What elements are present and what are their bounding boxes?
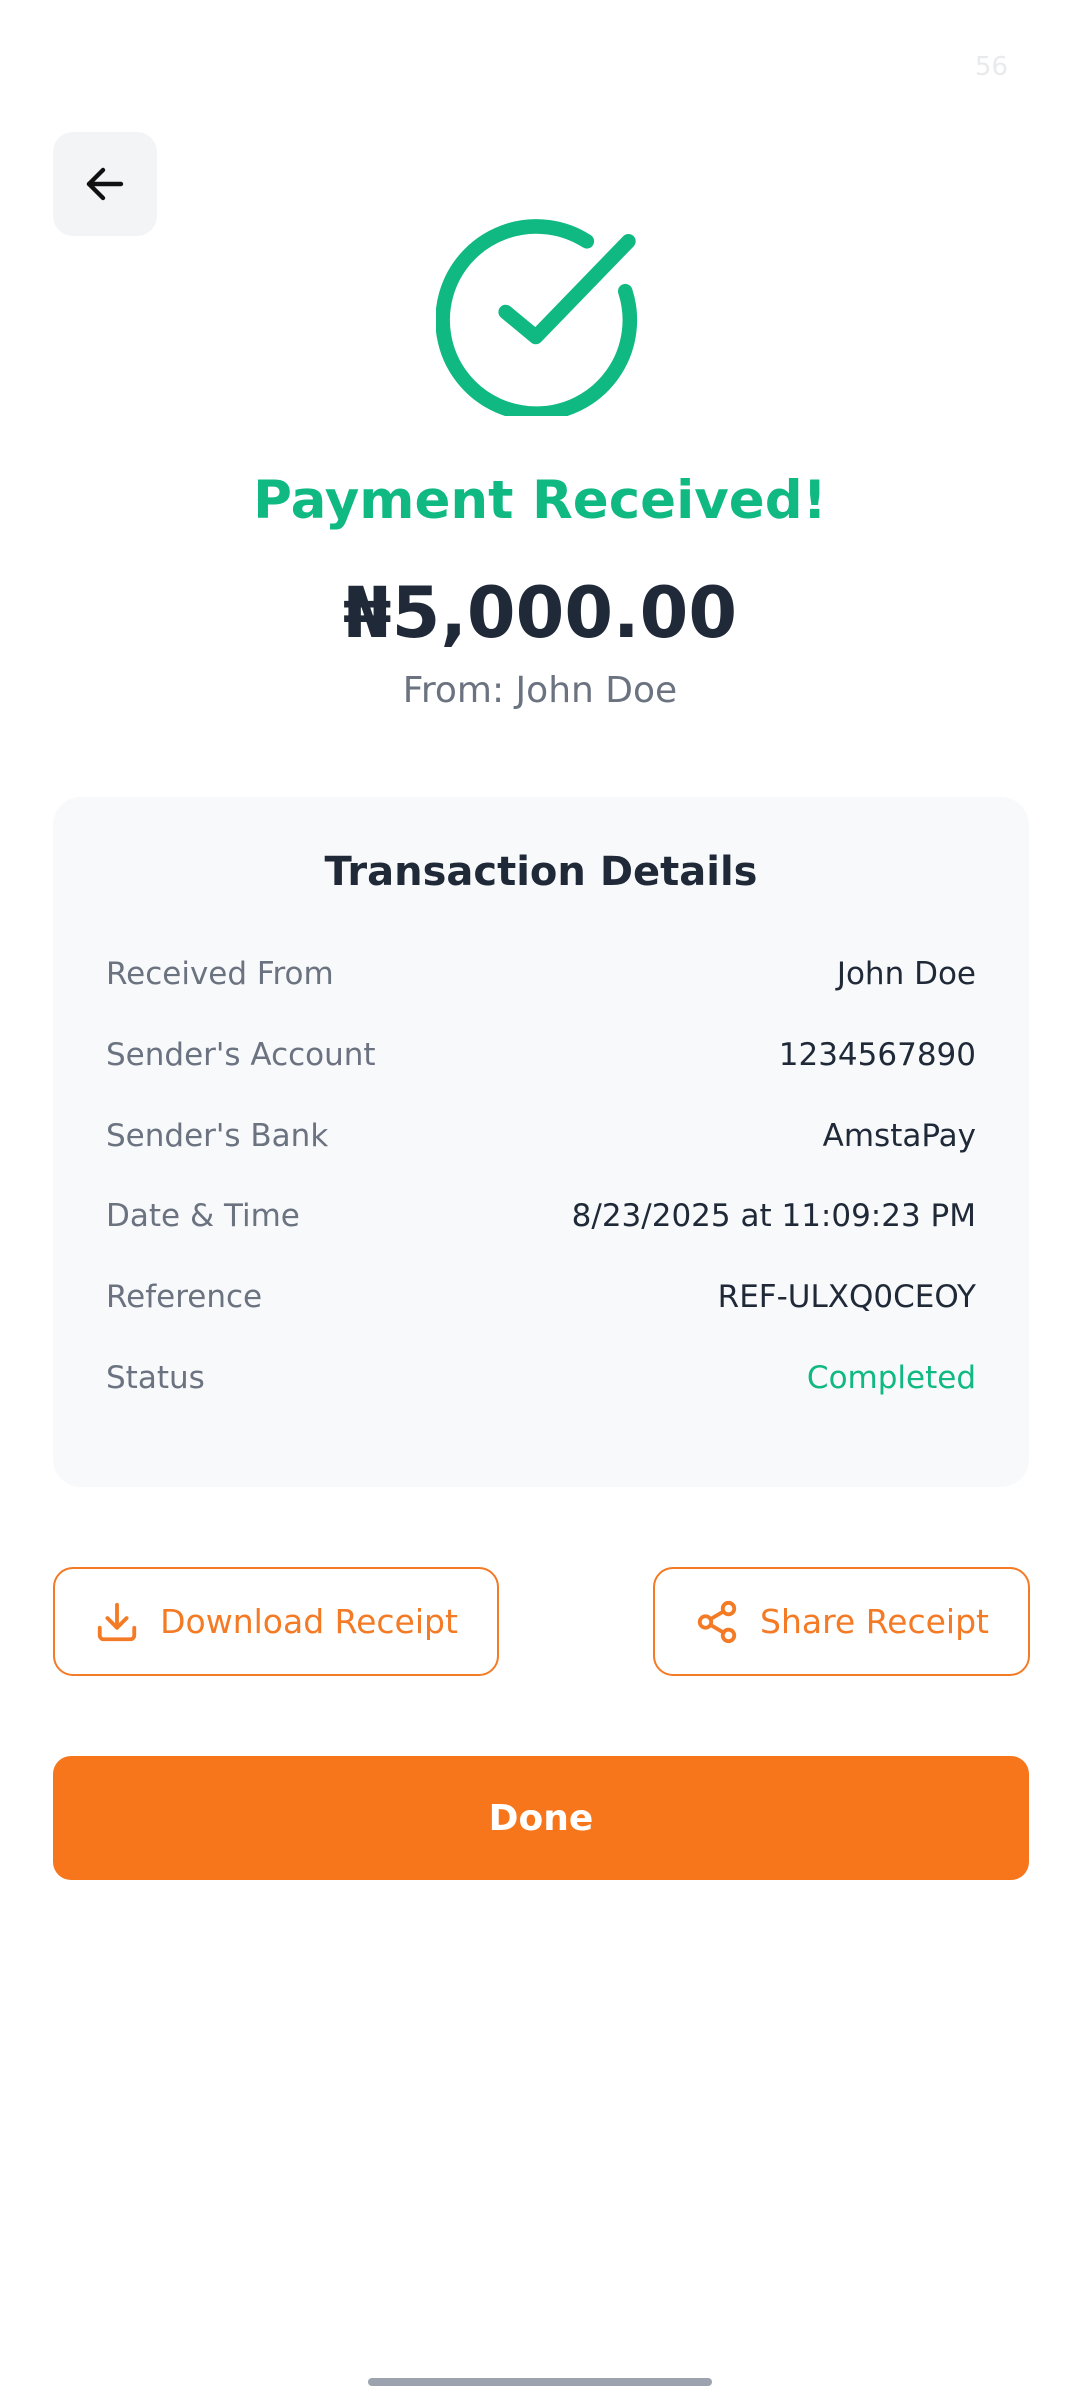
detail-row-reference: Reference REF-ULXQ0CEOY <box>106 1272 976 1322</box>
detail-value: REF-ULXQ0CEOY <box>717 1279 976 1315</box>
done-label: Done <box>488 1797 594 1839</box>
transaction-details-card: Transaction Details Received From John D… <box>53 797 1029 1487</box>
download-receipt-button[interactable]: Download Receipt <box>53 1567 499 1676</box>
download-icon <box>97 1602 137 1641</box>
detail-value: 8/23/2025 at 11:09:23 PM <box>571 1198 976 1234</box>
status-bar-time: 56 <box>974 52 1008 82</box>
details-title: Transaction Details <box>324 849 758 895</box>
share-icon <box>697 1600 737 1643</box>
arrow-left-icon <box>86 167 124 201</box>
detail-label: Received From <box>106 956 334 992</box>
detail-value: AmstaPay <box>822 1118 976 1154</box>
amount-value: ₦5,000.00 <box>342 572 738 654</box>
detail-row-received-from: Received From John Doe <box>106 949 976 999</box>
detail-value: 1234567890 <box>778 1037 976 1073</box>
download-receipt-label: Download Receipt <box>160 1602 458 1641</box>
detail-label: Reference <box>106 1279 263 1315</box>
detail-row-senders-bank: Sender's Bank AmstaPay <box>106 1111 976 1161</box>
detail-label: Date & Time <box>106 1198 300 1234</box>
status-badge: Completed <box>806 1360 976 1396</box>
share-receipt-button[interactable]: Share Receipt <box>653 1567 1030 1676</box>
detail-label: Status <box>106 1360 205 1396</box>
check-circle-icon <box>436 219 638 416</box>
detail-label: Sender's Bank <box>106 1118 329 1154</box>
share-receipt-label: Share Receipt <box>760 1602 989 1641</box>
detail-row-status: Status Completed <box>106 1353 976 1403</box>
detail-value: John Doe <box>836 956 976 992</box>
back-button[interactable] <box>53 132 157 236</box>
sender-summary: From: John Doe <box>402 670 678 711</box>
detail-row-senders-account: Sender's Account 1234567890 <box>106 1030 976 1080</box>
page-title: Payment Received! <box>253 470 827 531</box>
detail-label: Sender's Account <box>106 1037 376 1073</box>
done-button[interactable]: Done <box>53 1756 1029 1880</box>
home-indicator[interactable] <box>368 2378 712 2386</box>
detail-row-date-time: Date & Time 8/23/2025 at 11:09:23 PM <box>106 1191 976 1241</box>
payment-received-screen: 56 Payment Received! ₦5,000.00 From: Joh… <box>0 0 1080 2400</box>
